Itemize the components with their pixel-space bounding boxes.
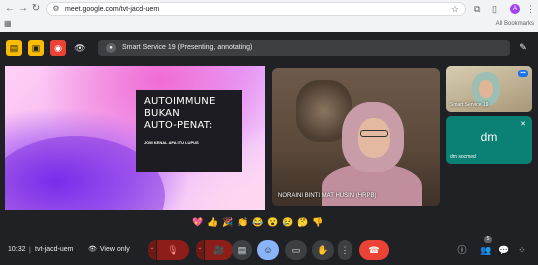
mic-off-icon: ✕: [520, 121, 526, 128]
speaker-glasses: [360, 130, 388, 137]
present-button[interactable]: ▭: [285, 240, 307, 260]
meeting-time: 10:32: [8, 246, 26, 253]
leave-call-button[interactable]: ☎: [359, 240, 389, 260]
participant-name: Smart Service 19: [450, 102, 489, 108]
chat-icon[interactable]: 💬: [498, 244, 510, 256]
captions-icon: ▤: [237, 244, 247, 255]
surprised-reaction[interactable]: 😮: [267, 216, 279, 228]
forward-icon[interactable]: →: [17, 3, 29, 15]
annotation-toolbar: ▤ ▣ ◉ 👁 ● Smart Service 19 (Presenting, …: [0, 36, 538, 60]
participant-tile-dm-socmed[interactable]: ✕ dm dm socmed: [446, 116, 532, 164]
slide-subtitle: JOM KENAL APA ITU LUPUS: [144, 140, 199, 145]
sidepanel-icon[interactable]: ▯: [492, 3, 497, 15]
extensions-icon[interactable]: ⧉: [474, 3, 480, 15]
info-icon[interactable]: ⓘ: [456, 244, 468, 256]
emoji-button[interactable]: ☺: [257, 240, 279, 260]
more-options-button[interactable]: ⋮: [338, 240, 352, 260]
mic-off-button[interactable]: 🎙: [157, 240, 189, 260]
end-call-icon: ☎: [368, 244, 380, 255]
laugh-reaction[interactable]: 😂: [252, 216, 264, 228]
slide-title-box: AUTOIMMUNE BUKAN AUTO-PENAT: JOM KENAL A…: [136, 90, 242, 172]
mic-options-button[interactable]: ⌃: [148, 240, 156, 260]
all-bookmarks[interactable]: All Bookmarks: [496, 19, 534, 29]
slide-title-line: AUTO-PENAT:: [144, 120, 213, 131]
reactions-bar: 💖 👍 🎉 👏 😂 😮 😢 🤔 👎: [192, 214, 348, 230]
presentation-slide: AUTOIMMUNE BUKAN AUTO-PENAT: JOM KENAL A…: [5, 66, 265, 210]
view-only-text: View only: [99, 246, 130, 253]
separator: |: [29, 247, 31, 254]
meeting-code: tvt-jacd-uem: [35, 246, 74, 253]
camera-options-button[interactable]: ⌃: [196, 240, 204, 260]
party-reaction[interactable]: 🎉: [222, 216, 234, 228]
meeting-controls: 10:32 | tvt-jacd-uem 👁 View only ⌃ 🎙 ⌃ 🎥 …: [0, 236, 538, 265]
view-icon[interactable]: 👁: [72, 40, 88, 56]
annotate-icon[interactable]: ▤: [6, 40, 22, 56]
view-only-label: 👁 View only: [88, 244, 130, 256]
people-count-badge: 5: [484, 236, 492, 243]
menu-icon[interactable]: ⋮: [526, 3, 535, 15]
profile-avatar[interactable]: A: [510, 4, 520, 14]
camera-off-icon: 🎥: [213, 244, 225, 255]
stop-annotate-icon[interactable]: ▣: [28, 40, 44, 56]
participant-name: dm socmed: [450, 154, 476, 160]
activities-icon[interactable]: ⁘: [516, 244, 528, 256]
participant-face: [479, 80, 493, 98]
emoji-icon: ☺: [263, 245, 273, 255]
presenting-banner: ● Smart Service 19 (Presenting, annotati…: [98, 40, 510, 56]
speaker-tile[interactable]: NORAINI BINTI MAT HUSIN (HRPB): [272, 68, 440, 206]
speaking-indicator-icon: ▪▪▪: [518, 70, 528, 77]
clap-reaction[interactable]: 👏: [237, 216, 249, 228]
captions-button[interactable]: ▤: [232, 240, 252, 260]
present-icon: ▭: [291, 244, 301, 255]
participant-tile-smart-service[interactable]: ▪▪▪ Smart Service 19: [446, 66, 532, 112]
address-bar[interactable]: ⚙ meet.google.com/tvt-jacd-uem ☆: [46, 2, 466, 16]
browser-chrome: ← → ↻ ⚙ meet.google.com/tvt-jacd-uem ☆ ⧉…: [0, 0, 538, 32]
apps-icon[interactable]: ▦: [4, 19, 12, 29]
presenter-avatar: ●: [106, 43, 116, 53]
speaker-name: NORAINI BINTI MAT HUSIN (HRPB): [278, 193, 377, 199]
bookmark-star-icon[interactable]: ☆: [451, 3, 459, 15]
mic-off-icon: 🎙: [167, 244, 179, 255]
slide-title-line: AUTOIMMUNE: [144, 96, 216, 107]
raise-hand-button[interactable]: ✋: [312, 240, 334, 260]
back-icon[interactable]: ←: [4, 3, 16, 15]
camera-off-button[interactable]: 🎥: [205, 240, 233, 260]
thumbs-down-reaction[interactable]: 👎: [312, 216, 324, 228]
people-icon[interactable]: 👥: [480, 244, 492, 256]
heart-reaction[interactable]: 💖: [192, 216, 204, 228]
reload-icon[interactable]: ↻: [30, 3, 42, 15]
pen-icon[interactable]: ✎: [516, 40, 530, 54]
thumbs-up-reaction[interactable]: 👍: [207, 216, 219, 228]
slide-title-line: BUKAN: [144, 108, 180, 119]
eye-icon: 👁: [88, 246, 97, 253]
url-text: meet.google.com/tvt-jacd-uem: [65, 6, 160, 13]
more-icon: ⋮: [340, 244, 350, 255]
record-icon[interactable]: ◉: [50, 40, 66, 56]
site-info-icon[interactable]: ⚙: [51, 4, 61, 14]
hand-icon: ✋: [317, 244, 329, 255]
sad-reaction[interactable]: 😢: [282, 216, 294, 228]
slide-title: AUTOIMMUNE BUKAN AUTO-PENAT:: [144, 96, 240, 132]
participant-initials: dm: [480, 130, 498, 144]
presenting-text: Smart Service 19 (Presenting, annotating…: [122, 44, 253, 51]
thinking-reaction[interactable]: 🤔: [297, 216, 309, 228]
speaker-face: [358, 118, 390, 158]
